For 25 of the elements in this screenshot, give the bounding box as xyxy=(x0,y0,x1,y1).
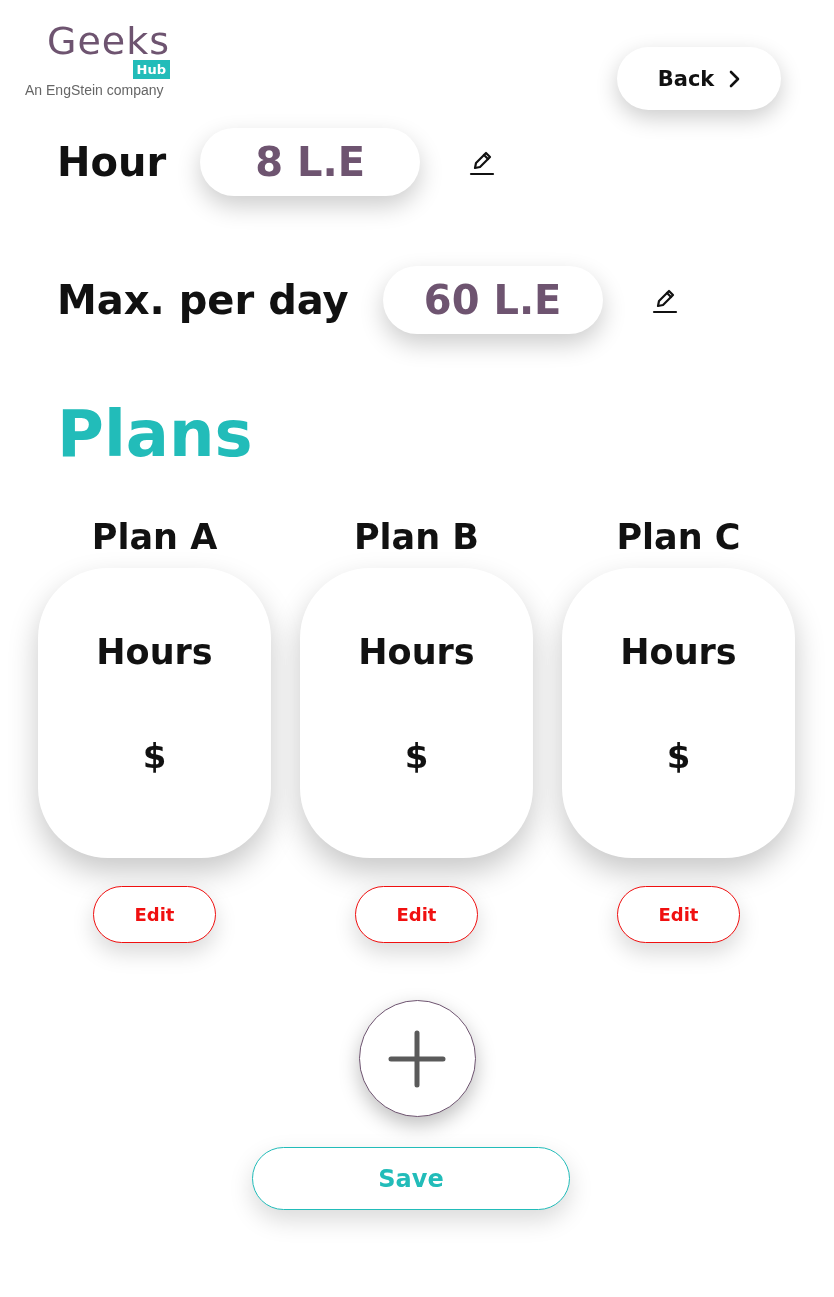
edit-button[interactable]: Edit xyxy=(355,886,478,943)
plan-name: Plan C xyxy=(616,516,741,558)
rate-label: Max. per day xyxy=(57,277,349,323)
plus-icon xyxy=(387,1028,447,1089)
edit-button[interactable]: Edit xyxy=(617,886,740,943)
add-button[interactable] xyxy=(358,1000,476,1117)
save-button[interactable]: Save xyxy=(252,1147,570,1210)
plan-name: Plan B xyxy=(353,516,479,558)
chevron-right-icon xyxy=(728,69,741,88)
plan-name: Plan A xyxy=(91,516,218,558)
rate-label: Hour xyxy=(57,139,167,185)
logo-tagline: An EngStein company xyxy=(25,82,165,98)
hours-label: Hours xyxy=(358,632,475,672)
hours-label: Hours xyxy=(96,632,213,672)
rate-value-field[interactable]: 60 L.E xyxy=(382,266,603,334)
logo-wordmark: Geeks xyxy=(47,22,170,60)
logo-badge: Hub xyxy=(132,60,170,79)
price-label: $ xyxy=(666,736,691,776)
rate-value-field[interactable]: 8 L.E xyxy=(200,128,421,196)
hours-label: Hours xyxy=(620,632,737,672)
price-label: $ xyxy=(404,736,429,776)
price-label: $ xyxy=(142,736,167,776)
plans-heading: Plans xyxy=(57,402,254,466)
edit-button[interactable]: Edit xyxy=(93,886,216,943)
back-button[interactable]: Back xyxy=(617,47,781,110)
